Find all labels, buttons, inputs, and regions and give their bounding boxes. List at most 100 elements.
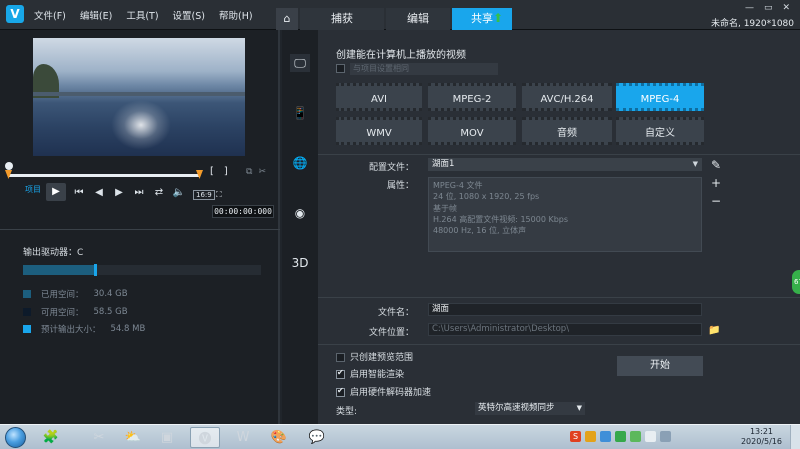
menu-tools[interactable]: 工具(T) bbox=[126, 8, 158, 22]
location-label: 文件位置： bbox=[368, 328, 414, 338]
tray-volume-icon[interactable] bbox=[660, 431, 671, 442]
next-frame-icon[interactable]: ▶ bbox=[112, 187, 126, 198]
play-button[interactable]: ▶ bbox=[46, 183, 66, 201]
used-value: 30.4 GB bbox=[93, 289, 128, 299]
section-divider bbox=[318, 344, 800, 345]
format-mov[interactable]: MOV bbox=[428, 117, 516, 145]
preview-range-label: 只创建预览范围 bbox=[350, 353, 414, 363]
hw-decoder-checkbox[interactable] bbox=[336, 386, 345, 397]
minimize-button[interactable]: — bbox=[745, 3, 754, 13]
preview-range-checkbox[interactable] bbox=[336, 353, 345, 362]
taskbar-app-wechat-icon[interactable]: 💬 bbox=[302, 427, 332, 448]
close-button[interactable]: ✕ bbox=[782, 3, 790, 13]
tab-capture[interactable]: 捕获 bbox=[300, 8, 384, 30]
web-globe-icon[interactable]: 🌐 bbox=[290, 154, 310, 172]
menu-edit[interactable]: 编辑(E) bbox=[80, 8, 112, 22]
aspect-ratio-button[interactable]: 16:9 bbox=[193, 190, 215, 200]
edit-pencil-icon[interactable]: ✎ bbox=[710, 158, 722, 172]
used-label: 已用空间： bbox=[41, 290, 84, 300]
tray-cloud-icon[interactable] bbox=[615, 431, 626, 442]
upload-arrow-icon[interactable]: ⬆ bbox=[493, 11, 503, 25]
remove-profile-icon[interactable]: − bbox=[710, 194, 722, 208]
tray-flag-icon[interactable] bbox=[645, 431, 656, 442]
browse-folder-icon[interactable]: 📁 bbox=[708, 325, 720, 336]
tray-shield-icon[interactable] bbox=[585, 431, 596, 442]
tray-chat-icon[interactable] bbox=[630, 431, 641, 442]
tab-edit[interactable]: 编辑 bbox=[386, 8, 450, 30]
option-smart-render[interactable]: 启用智能渲染 bbox=[336, 367, 404, 380]
volume-icon[interactable]: 🔈 bbox=[172, 187, 186, 198]
go-to-start-icon[interactable]: ⏮ bbox=[72, 187, 86, 198]
taskbar-app-word-icon[interactable]: W bbox=[228, 427, 258, 448]
scrubber-handle[interactable] bbox=[5, 162, 13, 170]
used-swatch bbox=[23, 290, 31, 298]
option-hw-decoder[interactable]: 启用硬件解码器加速 bbox=[336, 385, 431, 398]
go-to-end-icon[interactable]: ⏭ bbox=[132, 187, 146, 198]
option-preview-range[interactable]: 只创建预览范围 bbox=[336, 350, 413, 363]
menu-help[interactable]: 帮助(H) bbox=[219, 8, 253, 22]
preview-window[interactable] bbox=[33, 38, 245, 156]
custom-profile-checkbox[interactable] bbox=[336, 64, 345, 73]
computer-icon[interactable]: 🖵 bbox=[290, 54, 310, 72]
previous-frame-icon[interactable]: ◀ bbox=[92, 187, 106, 198]
device-icon[interactable]: 📱 bbox=[290, 104, 310, 122]
mark-in-button[interactable]: [ bbox=[210, 166, 214, 177]
estimated-label: 预计输出大小： bbox=[41, 325, 101, 335]
format-wmv[interactable]: WMV bbox=[336, 117, 422, 145]
app-logo-icon: V bbox=[6, 5, 24, 23]
resize-icon[interactable]: ⛶ bbox=[216, 190, 222, 200]
cut-buttons: ⧉ ✂ bbox=[246, 167, 266, 177]
format-avi[interactable]: AVI bbox=[336, 83, 422, 111]
smart-render-checkbox[interactable] bbox=[336, 368, 345, 379]
taskbar-app-games-icon[interactable]: 🧩 bbox=[36, 427, 66, 448]
format-avc-h264[interactable]: AVC/H.264 bbox=[522, 83, 612, 111]
tray-network-icon[interactable] bbox=[600, 431, 611, 442]
taskbar-app-video-editor-icon[interactable]: 🅥 bbox=[190, 427, 220, 448]
floating-badge[interactable]: 67 bbox=[792, 270, 800, 294]
windows-taskbar: 🧩 ✂ ⛅ ▣ 🅥 W 🎨 💬 S 13:21 2020/5/16 bbox=[0, 424, 800, 449]
format-mpeg2[interactable]: MPEG-2 bbox=[428, 83, 516, 111]
copy-icon[interactable]: ⧉ bbox=[246, 167, 252, 177]
tray-ime-icon[interactable]: S bbox=[570, 431, 581, 442]
format-audio[interactable]: 音频 bbox=[522, 117, 612, 145]
location-input[interactable]: C:\Users\Administrator\Desktop\ bbox=[428, 323, 702, 336]
menu-settings[interactable]: 设置(S) bbox=[173, 8, 205, 22]
scissors-icon[interactable]: ✂ bbox=[258, 167, 266, 177]
mark-buttons: [ ] bbox=[210, 166, 228, 177]
legend-used: 已用空间： 30.4 GB bbox=[23, 288, 128, 300]
filename-input[interactable]: 湖面 bbox=[428, 303, 702, 316]
taskbar-app-iqiyi-icon[interactable]: ▣ bbox=[152, 427, 182, 448]
timecode-display[interactable]: 00:00:00:000 bbox=[212, 205, 274, 218]
window-controls: — ▭ ✕ bbox=[745, 3, 790, 13]
repeat-icon[interactable]: ⇄ bbox=[152, 187, 166, 198]
property-line: 48000 Hz, 16 位, 立体声 bbox=[433, 226, 527, 236]
restore-button[interactable]: ▭ bbox=[764, 3, 773, 13]
mark-out-button[interactable]: ] bbox=[224, 166, 228, 177]
free-value: 58.5 GB bbox=[93, 307, 128, 317]
menu-file[interactable]: 文件(F) bbox=[34, 8, 66, 22]
share-settings-panel: 创建能在计算机上播放的视频 与项目设置相同 AVI MPEG-2 AVC/H.2… bbox=[318, 30, 800, 424]
playback-controls: ▶ ⏮ ◀ ▶ ⏭ ⇄ 🔈 bbox=[46, 183, 186, 201]
play-mode-label[interactable]: 项目 bbox=[25, 184, 41, 195]
taskbar-app-paint-icon[interactable]: 🎨 bbox=[264, 427, 294, 448]
taskbar-clock[interactable]: 13:21 2020/5/16 bbox=[741, 427, 782, 447]
taskbar-app-tools-icon[interactable]: ✂ bbox=[84, 427, 114, 448]
3d-icon[interactable]: 3D bbox=[290, 254, 310, 272]
add-profile-icon[interactable]: + bbox=[710, 176, 722, 190]
disc-icon[interactable]: ◉ bbox=[290, 204, 310, 222]
smart-render-label: 启用智能渲染 bbox=[350, 370, 405, 380]
property-line: 基于帧 bbox=[433, 203, 457, 213]
format-mpeg4[interactable]: MPEG-4 bbox=[616, 83, 704, 111]
profile-dropdown[interactable]: 湖面1 ▼ bbox=[428, 158, 702, 171]
home-tab-icon[interactable]: ⌂ bbox=[276, 8, 298, 30]
start-menu-icon[interactable] bbox=[5, 427, 26, 448]
type-dropdown[interactable]: 英特尔高速视频同步 ▼ bbox=[475, 402, 585, 415]
custom-profile-dropdown[interactable]: 与项目设置相同 bbox=[350, 63, 498, 75]
scrubber-track[interactable] bbox=[8, 174, 200, 177]
taskbar-app-weather-icon[interactable]: ⛅ bbox=[118, 427, 148, 448]
share-category-nav: 🖵 📱 🌐 ◉ 3D bbox=[282, 30, 318, 424]
start-button[interactable]: 开始 bbox=[617, 356, 703, 376]
show-desktop-button[interactable] bbox=[790, 425, 800, 449]
share-headline: 创建能在计算机上播放的视频 bbox=[336, 50, 466, 61]
format-custom[interactable]: 自定义 bbox=[616, 117, 704, 145]
